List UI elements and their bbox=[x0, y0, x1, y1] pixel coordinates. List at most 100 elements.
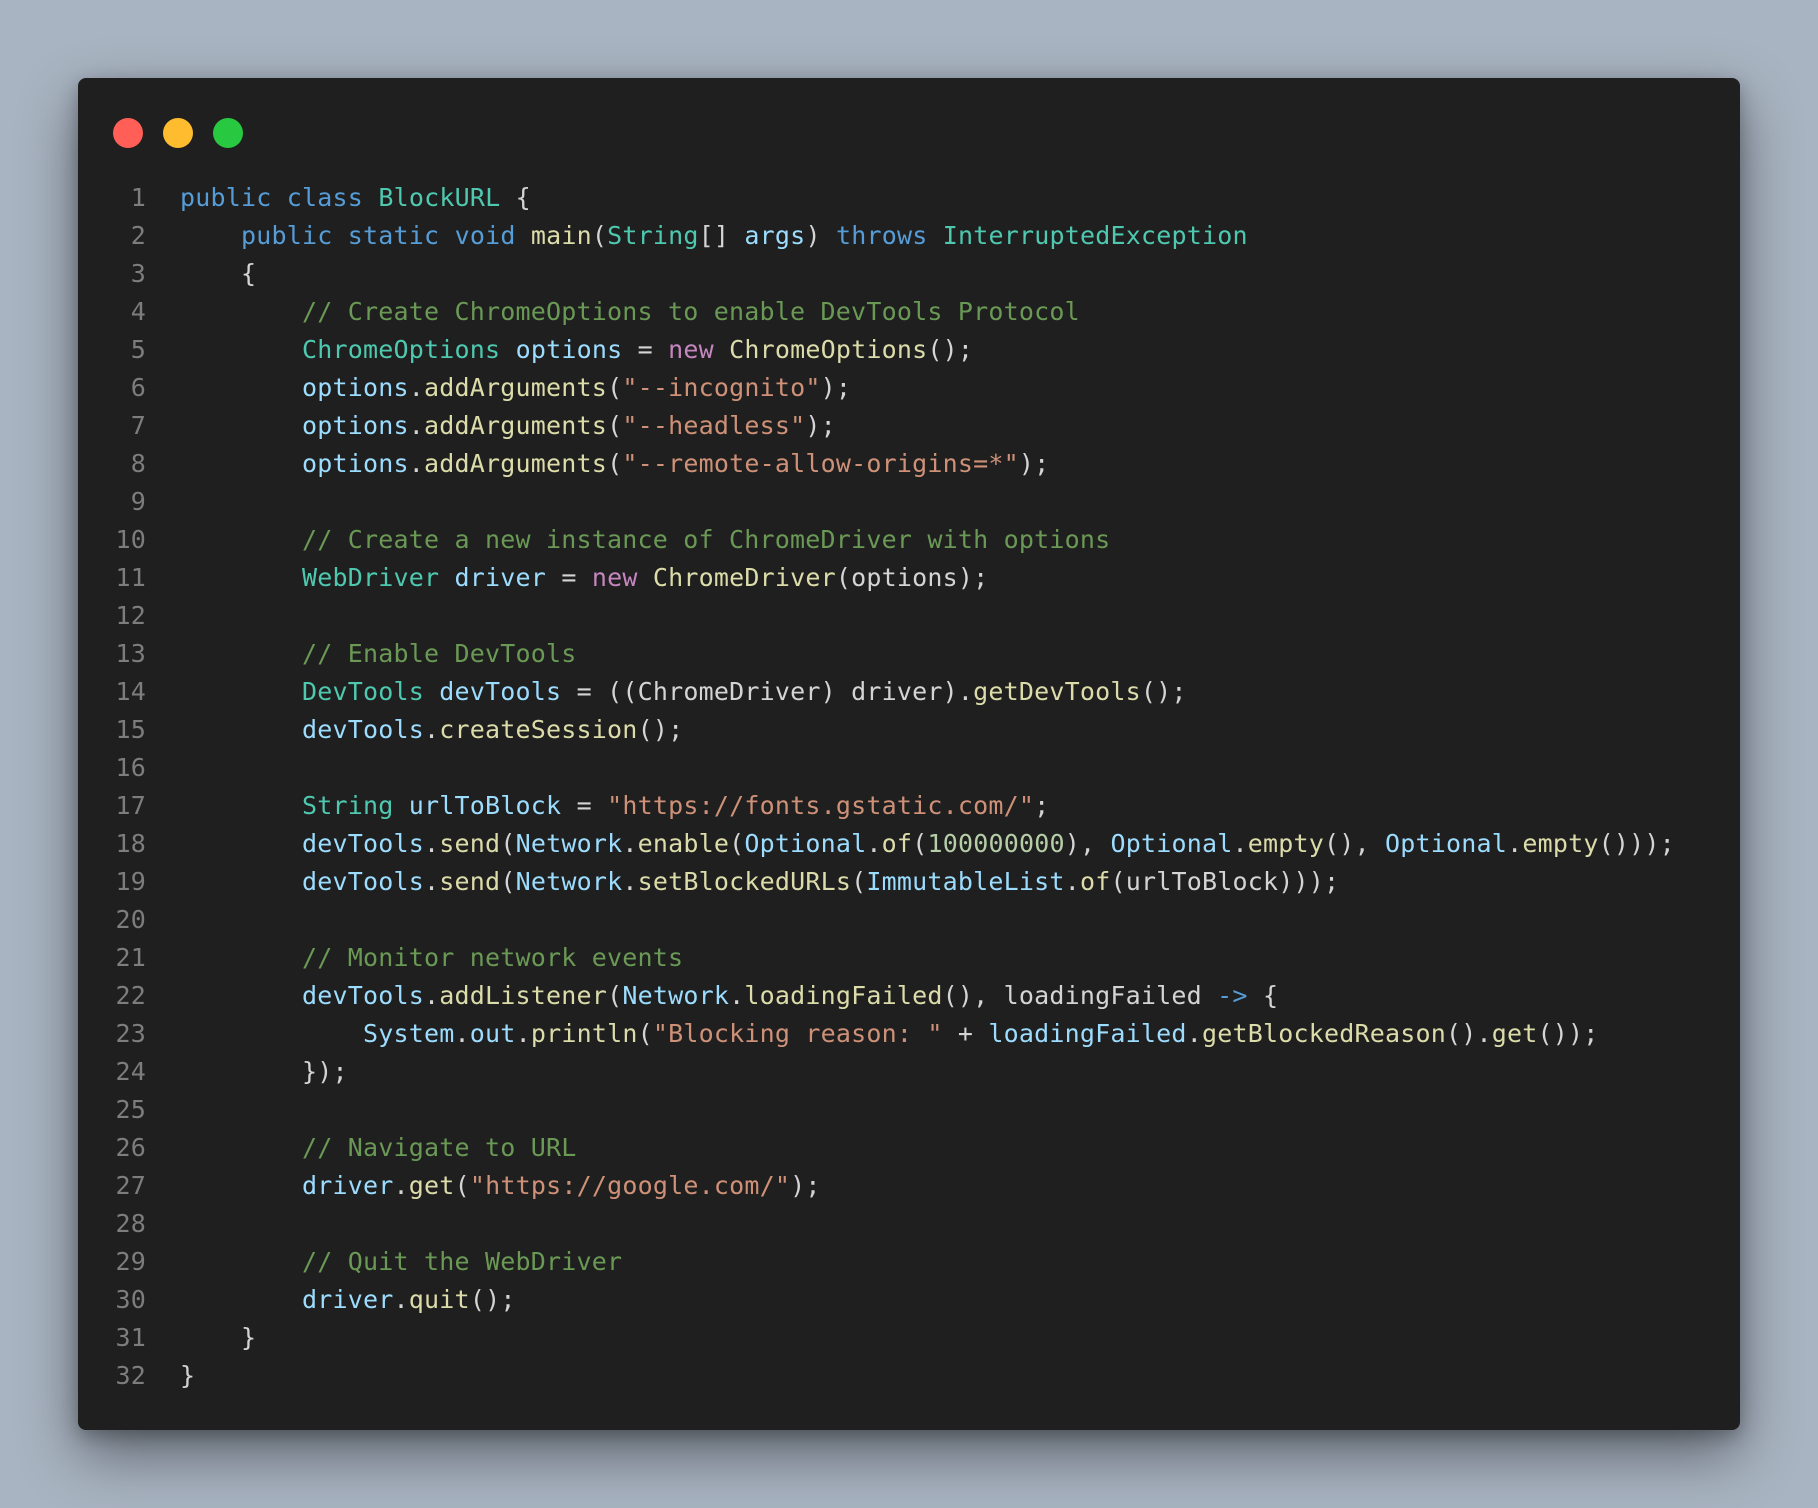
line-source: // Quit the WebDriver bbox=[146, 1243, 622, 1281]
line-source: // Create a new instance of ChromeDriver… bbox=[146, 521, 1110, 559]
line-source: public static void main(String[] args) t… bbox=[146, 217, 1248, 255]
line-source: // Enable DevTools bbox=[146, 635, 577, 673]
code-token: empty bbox=[1247, 829, 1325, 858]
code-line: 12 bbox=[78, 597, 1740, 635]
line-number: 12 bbox=[115, 601, 146, 630]
line-number: 20 bbox=[115, 905, 146, 934]
code-line: 28 bbox=[78, 1205, 1740, 1243]
code-token: Optional bbox=[1110, 829, 1233, 858]
code-token: void bbox=[454, 221, 516, 250]
line-number: 7 bbox=[130, 411, 146, 440]
code-token: "https://google.com/" bbox=[469, 1171, 791, 1200]
line-source bbox=[146, 483, 180, 521]
code-token: . bbox=[454, 1019, 470, 1048]
code-token: driver bbox=[454, 563, 547, 592]
code-token: get bbox=[1491, 1019, 1538, 1048]
zoom-button[interactable] bbox=[213, 118, 243, 148]
line-source bbox=[146, 1205, 180, 1243]
code-token: { bbox=[1247, 981, 1279, 1010]
code-line: 26 // Navigate to URL bbox=[78, 1129, 1740, 1167]
code-token: (). bbox=[1445, 1019, 1492, 1048]
code-token: send bbox=[439, 867, 501, 896]
code-line: 22 devTools.addListener(Network.loadingF… bbox=[78, 977, 1740, 1015]
line-source: options.addArguments("--headless"); bbox=[146, 407, 836, 445]
minimize-button[interactable] bbox=[163, 118, 193, 148]
code-token: . bbox=[622, 829, 638, 858]
line-source: driver.get("https://google.com/"); bbox=[146, 1167, 821, 1205]
line-source: System.out.println("Blocking reason: " +… bbox=[146, 1015, 1599, 1053]
line-number: 25 bbox=[115, 1095, 146, 1124]
code-token: System bbox=[363, 1019, 455, 1048]
code-token: // Monitor network events bbox=[302, 943, 684, 972]
code-line: 10 // Create a new instance of ChromeDri… bbox=[78, 521, 1740, 559]
code-token: ( bbox=[500, 867, 516, 896]
code-line: 30 driver.quit(); bbox=[78, 1281, 1740, 1319]
code-token: String bbox=[302, 791, 394, 820]
code-token: ( bbox=[912, 829, 928, 858]
line-number: 11 bbox=[115, 563, 146, 592]
line-source: String urlToBlock = "https://fonts.gstat… bbox=[146, 787, 1049, 825]
window-controls bbox=[113, 118, 243, 148]
line-number: 21 bbox=[115, 943, 146, 972]
line-number: 27 bbox=[115, 1171, 146, 1200]
code-token: . bbox=[1507, 829, 1523, 858]
code-token: ), bbox=[1064, 829, 1111, 858]
line-source: }); bbox=[146, 1053, 348, 1091]
code-token: // Create a new instance of ChromeDriver… bbox=[302, 525, 1111, 554]
code-token: get bbox=[408, 1171, 455, 1200]
code-token: ); bbox=[1018, 449, 1050, 478]
line-number: 9 bbox=[130, 487, 146, 516]
code-token: public bbox=[241, 221, 333, 250]
code-token: addArguments bbox=[424, 411, 608, 440]
code-token: = bbox=[561, 791, 608, 820]
code-token: InterruptedException bbox=[942, 221, 1248, 250]
code-token: WebDriver bbox=[302, 563, 440, 592]
code-line: 18 devTools.send(Network.enable(Optional… bbox=[78, 825, 1740, 863]
code-token: ( bbox=[607, 411, 623, 440]
code-line: 17 String urlToBlock = "https://fonts.gs… bbox=[78, 787, 1740, 825]
code-token: addListener bbox=[439, 981, 608, 1010]
code-token: (); bbox=[1140, 677, 1187, 706]
line-number: 19 bbox=[115, 867, 146, 896]
code-token: DevTools bbox=[302, 677, 425, 706]
code-token: of bbox=[1079, 867, 1111, 896]
code-token: (); bbox=[637, 715, 684, 744]
line-number: 13 bbox=[115, 639, 146, 668]
line-source: devTools.send(Network.enable(Optional.of… bbox=[146, 825, 1675, 863]
code-token: String bbox=[607, 221, 699, 250]
code-line: 11 WebDriver driver = new ChromeDriver(o… bbox=[78, 559, 1740, 597]
code-token: ( bbox=[607, 449, 623, 478]
code-line: 32} bbox=[78, 1357, 1740, 1395]
code-token: throws bbox=[835, 221, 928, 250]
code-token: . bbox=[622, 867, 638, 896]
line-number: 23 bbox=[115, 1019, 146, 1048]
code-token: . bbox=[1232, 829, 1248, 858]
code-token: enable bbox=[637, 829, 730, 858]
code-token: ChromeDriver bbox=[652, 563, 836, 592]
code-token: devTools bbox=[302, 829, 425, 858]
code-line: 27 driver.get("https://google.com/"); bbox=[78, 1167, 1740, 1205]
line-number: 31 bbox=[115, 1323, 146, 1352]
code-token: . bbox=[424, 829, 440, 858]
code-token: ()); bbox=[1537, 1019, 1599, 1048]
code-token: [] bbox=[698, 221, 745, 250]
line-source: // Create ChromeOptions to enable DevToo… bbox=[146, 293, 1080, 331]
code-line: 15 devTools.createSession(); bbox=[78, 711, 1740, 749]
close-button[interactable] bbox=[113, 118, 143, 148]
code-window: 1 public class BlockURL {2 public static … bbox=[78, 78, 1740, 1430]
code-token: + bbox=[942, 1019, 989, 1048]
code-token: urlToBlock bbox=[408, 791, 562, 820]
code-token: { bbox=[500, 183, 531, 212]
code-token: options bbox=[515, 335, 623, 364]
code-token: ( bbox=[607, 981, 623, 1010]
